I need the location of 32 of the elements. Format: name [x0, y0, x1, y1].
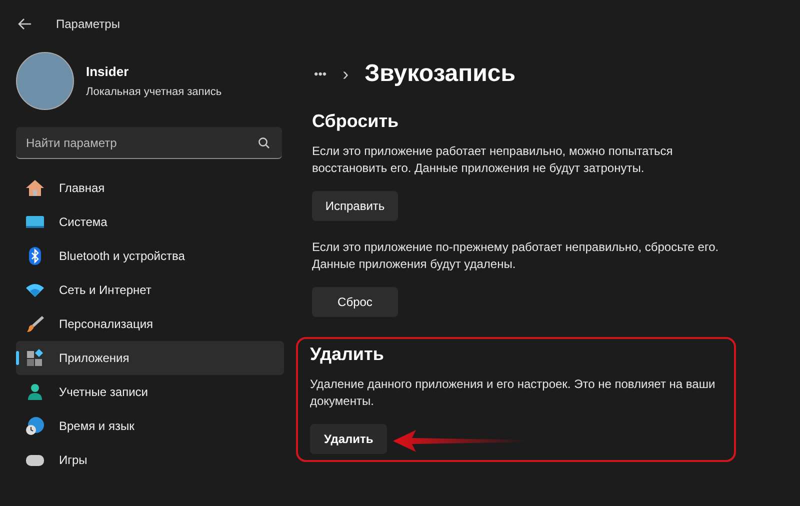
- action-button[interactable]: Удалить: [310, 424, 388, 454]
- sidebar-item[interactable]: Главная: [16, 171, 284, 205]
- back-arrow-icon[interactable]: [18, 18, 32, 30]
- section-description: Если это приложение по-прежнему работает неправильно, сбросьте его. Данные приложения будут удалены.: [312, 239, 720, 273]
- sidebar-item[interactable]: Приложения: [16, 341, 284, 375]
- account-type: Локальная учетная запись: [86, 84, 222, 100]
- globe-clock-icon: [25, 416, 45, 436]
- action-button[interactable]: Сброс: [312, 287, 398, 317]
- search-field[interactable]: Найти параметр: [16, 127, 282, 159]
- more-button[interactable]: •••: [314, 65, 327, 83]
- selection-indicator: [16, 351, 19, 365]
- house-icon: [25, 178, 45, 198]
- section-heading: Удалить: [310, 343, 385, 366]
- window-title: Параметры: [56, 16, 120, 33]
- brush-icon: [25, 314, 45, 334]
- search-icon: [258, 137, 270, 149]
- sidebar-item[interactable]: Учетные записи: [16, 375, 284, 409]
- breadcrumb-separator: ›: [342, 62, 349, 86]
- page-title: Звукозапись: [364, 59, 516, 89]
- section-description: Если это приложение работает неправильно, можно попытаться восстановить его. Данные приложения не будут затронуты.: [312, 143, 674, 177]
- person-icon: [25, 382, 45, 402]
- sidebar-item[interactable]: Bluetooth и устройства: [16, 239, 284, 273]
- section-description: Удаление данного приложения и его настроек. Это не повлияет на ваши документы.: [310, 376, 716, 410]
- apps-icon: [25, 348, 45, 368]
- section-heading: Сбросить: [312, 110, 400, 133]
- profile-name: Insider: [86, 63, 130, 81]
- sidebar-item[interactable]: Сеть и Интернет: [16, 273, 284, 307]
- sidebar-item[interactable]: Система: [16, 205, 284, 239]
- sidebar-item[interactable]: Игры: [16, 443, 284, 477]
- sidebar-item[interactable]: Время и язык: [16, 409, 284, 443]
- sidebar-item[interactable]: Персонализация: [16, 307, 284, 341]
- action-button[interactable]: Исправить: [312, 191, 398, 221]
